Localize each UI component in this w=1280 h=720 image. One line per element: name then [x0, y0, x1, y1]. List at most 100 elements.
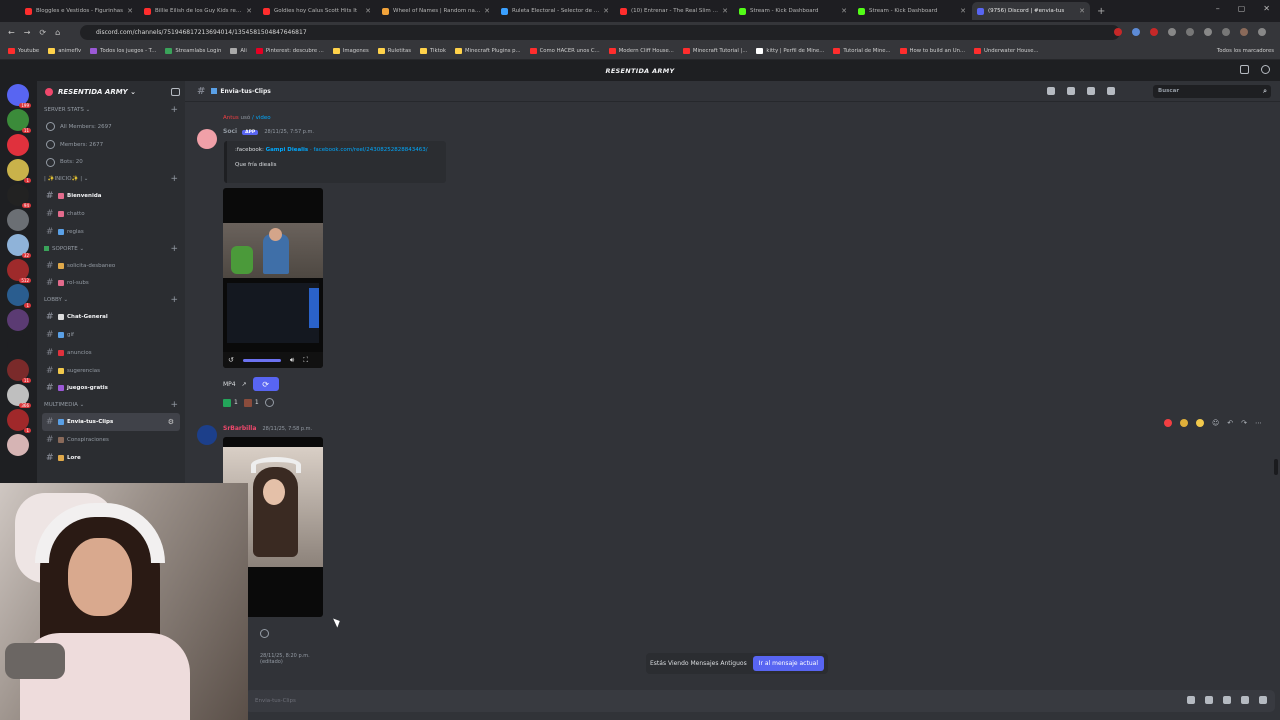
close-tab-icon[interactable]: ✕	[365, 7, 371, 15]
add-channel-icon[interactable]: +	[170, 400, 178, 410]
bookmark[interactable]: Imagenes	[332, 48, 369, 54]
forward-icon[interactable]: →	[24, 28, 31, 37]
threads-icon[interactable]	[1047, 87, 1055, 95]
reload-button[interactable]: ⟳	[252, 377, 279, 391]
server-header[interactable]: RESENTIDA ARMY ⌄	[37, 81, 185, 102]
embed-title[interactable]: Gampi Diealis	[266, 147, 309, 153]
reply-icon[interactable]: ↶	[1227, 419, 1233, 427]
members-icon[interactable]	[1107, 87, 1115, 95]
close-window-icon[interactable]: ✕	[1263, 4, 1270, 13]
stat-channel[interactable]: All Members: 2697	[37, 118, 185, 136]
home-icon[interactable]: ⌂	[55, 28, 60, 37]
reply-preview[interactable]: Antus usó / video	[223, 115, 271, 121]
server-icon[interactable]: 1	[7, 284, 31, 308]
window-controls[interactable]: – ▢ ✕	[1216, 4, 1270, 13]
server-icon[interactable]: 11	[7, 109, 31, 133]
maximize-icon[interactable]: ▢	[1238, 4, 1246, 13]
server-icon[interactable]: 94	[7, 184, 31, 208]
server-icon[interactable]: 1	[7, 159, 31, 183]
close-tab-icon[interactable]: ✕	[841, 7, 847, 15]
bookmark[interactable]: Youtube	[8, 48, 39, 54]
browser-tab[interactable]: (10) Entrenar - The Real Slim Sh ✕	[615, 2, 733, 20]
add-reaction-icon[interactable]	[264, 398, 274, 407]
embed-link[interactable]: · facebook.com/reel/24308252828843463/	[310, 147, 428, 153]
add-person-icon[interactable]	[171, 88, 180, 96]
server-icon[interactable]	[7, 209, 29, 231]
extension-icon[interactable]	[1168, 28, 1176, 36]
avatar[interactable]	[197, 425, 217, 445]
channel-chat-general[interactable]: # Chat-General	[37, 308, 185, 326]
external-link-icon[interactable]: ↗	[242, 381, 247, 388]
extension-icon[interactable]	[1132, 28, 1140, 36]
close-tab-icon[interactable]: ✕	[127, 7, 133, 15]
video-player[interactable]: ↺ 🔊︎ ⛶	[223, 188, 323, 368]
bookmark[interactable]: Todos los juegos - T...	[90, 48, 156, 54]
help-icon[interactable]	[1261, 65, 1270, 74]
back-icon[interactable]: ←	[8, 28, 15, 37]
bookmark[interactable]: kitty | Perfil de Mine...	[756, 48, 824, 54]
bookmark[interactable]: Streamlabs Login	[165, 48, 221, 54]
stat-channel[interactable]: Bots: 20	[37, 154, 185, 172]
add-channel-icon[interactable]: +	[170, 244, 178, 254]
channel-gif[interactable]: # gif	[37, 326, 185, 344]
server-icon[interactable]	[7, 334, 29, 356]
bookmark[interactable]: Ruletitas	[377, 48, 411, 54]
server-icon[interactable]: 512	[7, 259, 31, 283]
extension-icon[interactable]	[1204, 28, 1212, 36]
bookmark[interactable]: Minecraft Plugins p...	[454, 48, 521, 54]
gif-icon[interactable]	[1205, 696, 1213, 704]
fullscreen-icon[interactable]: ⛶	[303, 356, 308, 365]
channel-rol-subs[interactable]: # rol-subs	[37, 275, 185, 293]
server-icon[interactable]	[7, 309, 29, 331]
video-progress[interactable]	[242, 358, 281, 362]
reload-icon[interactable]: ⟳	[39, 28, 46, 37]
apps-icon[interactable]	[1259, 696, 1267, 704]
server-icon[interactable]: 11	[7, 359, 31, 383]
search-input[interactable]: Buscar ⌕	[1153, 85, 1271, 98]
bell-icon[interactable]	[1067, 87, 1075, 95]
extension-icon[interactable]	[1150, 28, 1158, 36]
category-lobby[interactable]: LOBBY ⌄ +	[37, 292, 185, 308]
category-soporte[interactable]: SOPORTE ⌄ +	[37, 241, 185, 257]
add-reaction-icon[interactable]: ☺	[1212, 419, 1219, 427]
bookmark[interactable]: Underwater House...	[974, 48, 1039, 54]
channel-lore[interactable]: # Lore	[37, 449, 185, 467]
inbox-icon[interactable]	[1240, 65, 1249, 74]
server-icon[interactable]: 199	[7, 84, 31, 108]
menu-icon[interactable]	[1258, 28, 1266, 36]
server-icon[interactable]: 366	[7, 384, 31, 408]
category-inicio[interactable]: | ✨INICIO✨ | ⌄ +	[37, 171, 185, 187]
server-icon[interactable]: 32	[7, 234, 31, 258]
new-tab-icon[interactable]: +	[1097, 6, 1105, 17]
channel-envia-tus-clips[interactable]: # Envia-tus-Clips ⚙	[42, 413, 180, 432]
browser-tab[interactable]: Ruleta Electoral - Selector de Persona✕	[496, 2, 614, 20]
extension-icon[interactable]	[1114, 28, 1122, 36]
channel-reglas[interactable]: # reglas	[37, 223, 185, 241]
profile-icon[interactable]	[1240, 28, 1248, 36]
pin-icon[interactable]	[1087, 87, 1095, 95]
channel-conspiraciones[interactable]: # Conspiraciones	[37, 431, 185, 449]
bookmark[interactable]: Minecraft Tutorial |...	[682, 48, 747, 54]
browser-tab[interactable]: Stream - Kick Dashboard ✕	[734, 2, 852, 20]
forward-icon[interactable]: ↷	[1241, 419, 1247, 427]
channel-juegos-gratis[interactable]: # juegos-gratis	[37, 380, 185, 398]
volume-icon[interactable]: 🔊︎	[290, 356, 294, 365]
username[interactable]: SrBarbilla	[223, 425, 256, 432]
add-channel-icon[interactable]: +	[170, 105, 178, 115]
channel-solicita-desbaneo[interactable]: # solicita-desbaneo	[37, 257, 185, 275]
all-bookmarks[interactable]: Todos los marcadores	[1217, 48, 1274, 54]
server-icon[interactable]	[7, 434, 29, 456]
emoji-icon[interactable]	[1241, 696, 1249, 704]
add-channel-icon[interactable]: +	[170, 295, 178, 305]
url-field[interactable]: discord.com/channels/751946817213694014/…	[80, 25, 1120, 40]
extension-icon[interactable]	[1222, 28, 1230, 36]
browser-tab[interactable]: Bloggles e Vestidos - Figurinhas ✕	[20, 2, 138, 20]
bookmark[interactable]: Como HACER unos C...	[529, 48, 600, 54]
channel-chatto[interactable]: # chatto	[37, 205, 185, 223]
avatar[interactable]	[197, 129, 217, 149]
bookmark[interactable]: Ali	[230, 48, 247, 54]
stat-channel[interactable]: Members: 2677	[37, 136, 185, 154]
bookmark[interactable]: Pinterest: descubre ...	[255, 48, 324, 54]
gear-icon[interactable]: ⚙	[168, 418, 174, 426]
bookmark[interactable]: Modern Cliff House...	[608, 48, 674, 54]
